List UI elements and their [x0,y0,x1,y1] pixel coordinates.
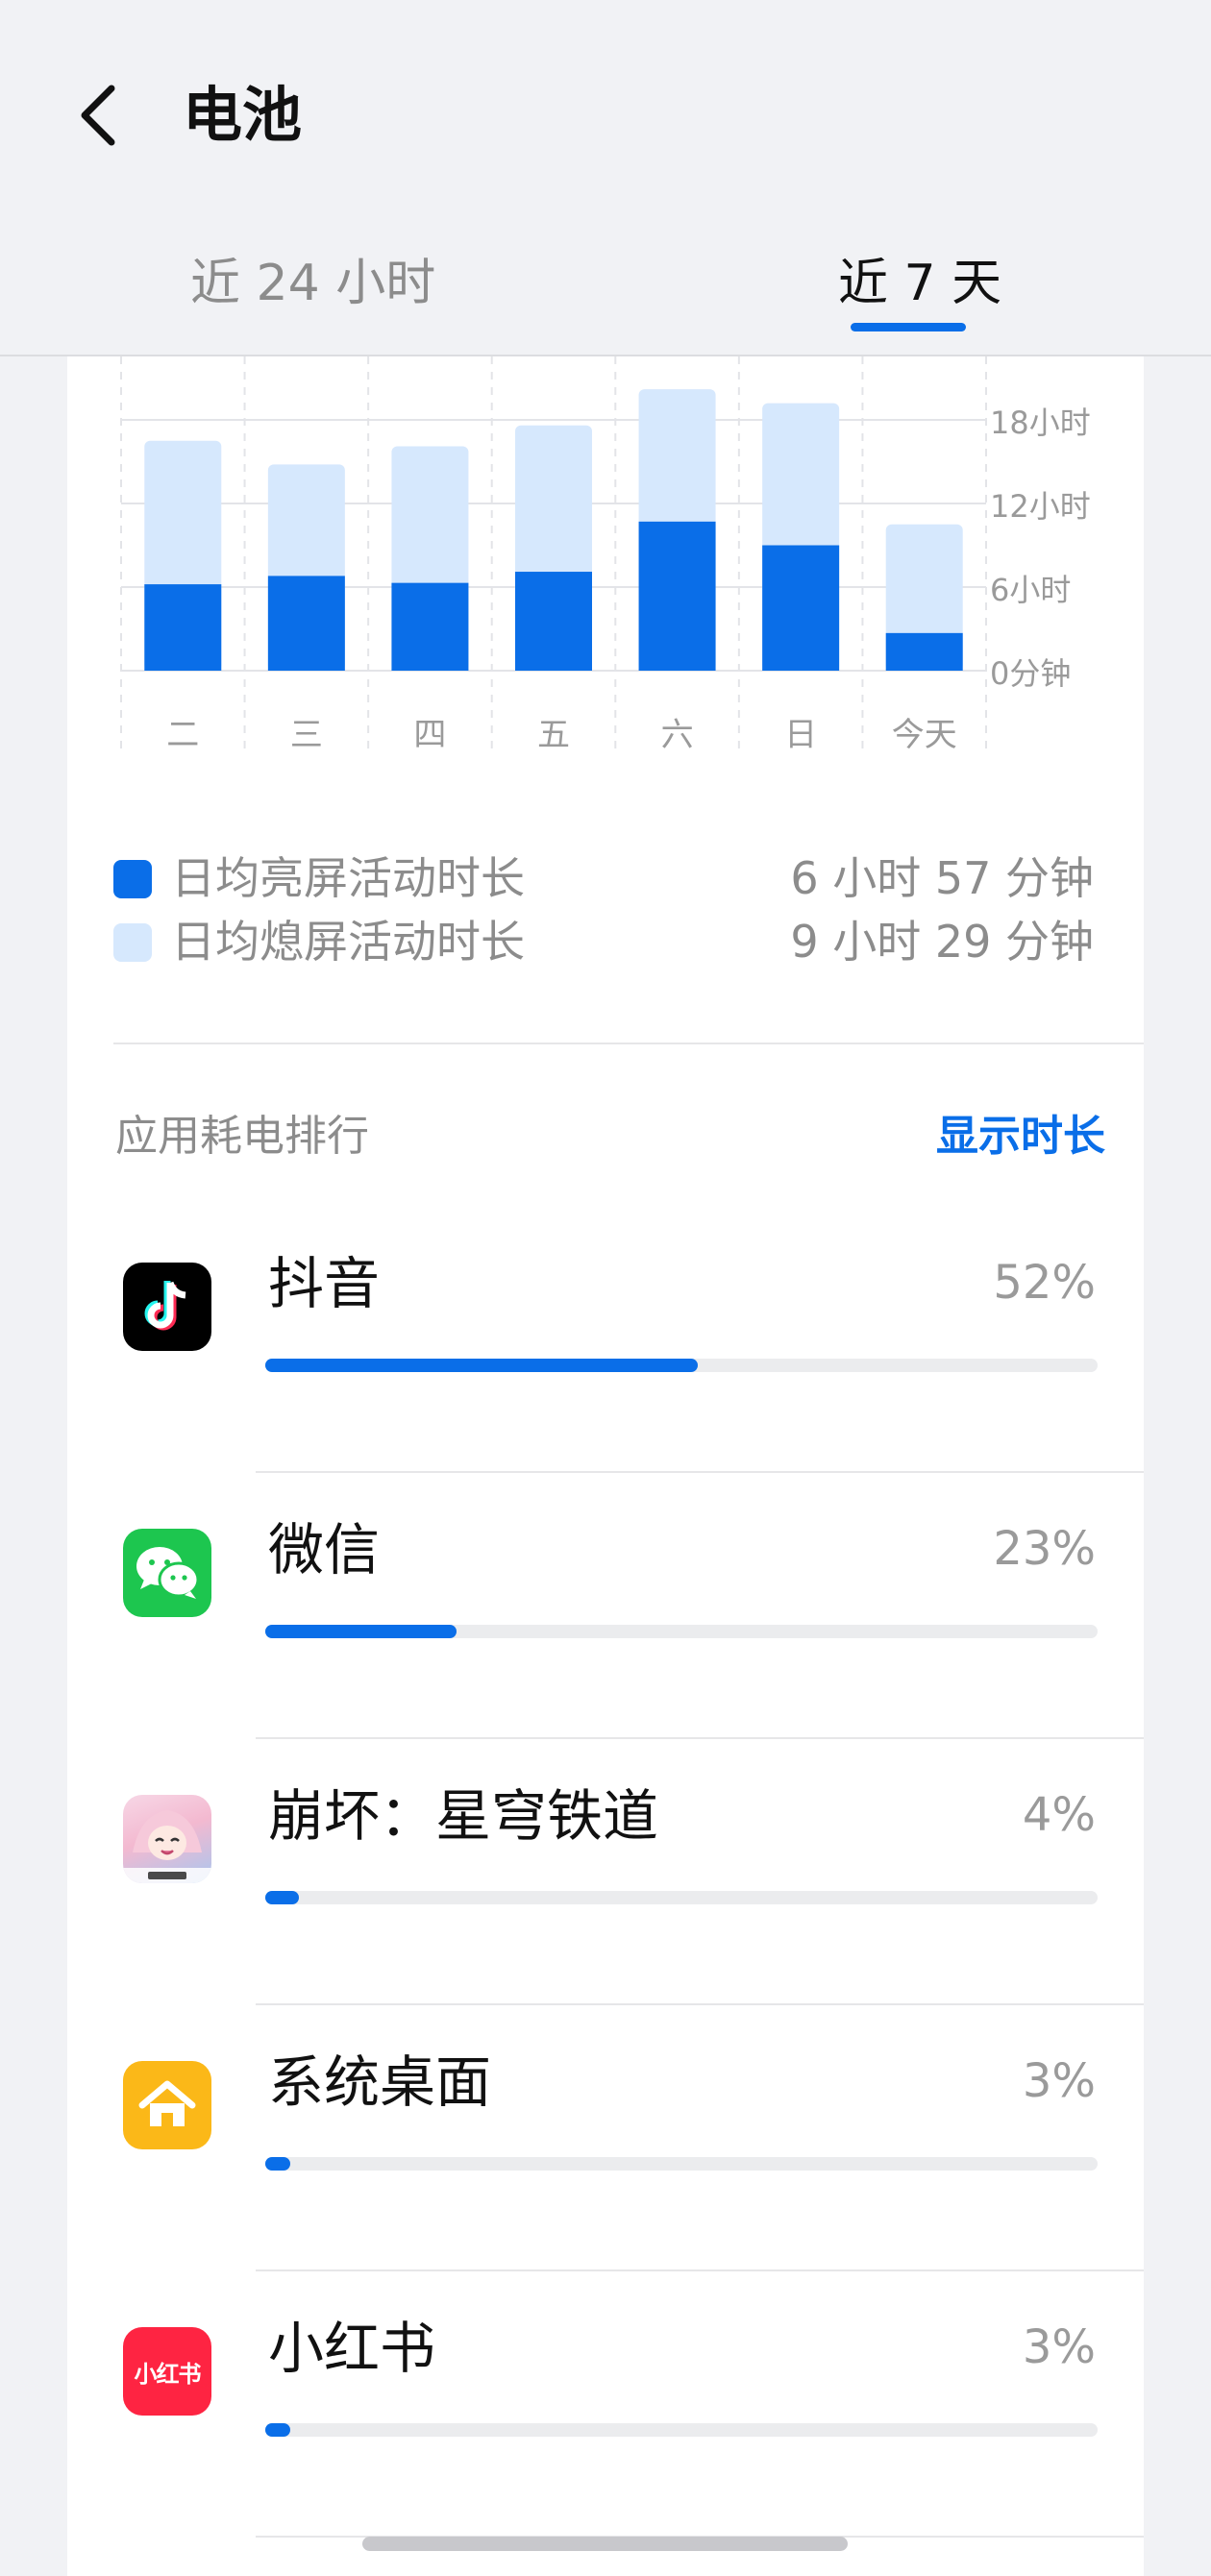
chart-legend: 日均亮屏活动时长 6 小时 57 分钟 日均熄屏活动时长 9 小时 29 分钟 [113,846,1094,973]
legend-label-screen-off: 日均熄屏活动时长 [171,916,525,968]
y-tick-label: 12小时 [990,488,1091,525]
app-name: 抖音 [268,1251,381,1316]
bar-screen-on-0 [144,584,222,671]
usage-chart-svg: 0分钟 6小时 12小时 18小时二 三 四 五 六 日 今天 [120,356,1091,754]
xiaohongshu-icon: 小红书 [123,2327,211,2416]
bar-screen-on-2 [391,582,469,671]
app-row-xiaohongshu[interactable]: 小红书 小红书 3% [67,2271,1144,2538]
bar-screen-on-1 [267,576,345,671]
x-tick-label: 五 [537,716,570,754]
app-name: 微信 [268,1517,381,1582]
x-tick-label: 四 [413,716,446,754]
legend-value-screen-on: 6 小时 57 分钟 [790,852,1094,904]
app-percent: 3% [1022,2320,1096,2374]
bar-screen-on-3 [515,572,592,671]
usage-bar-track [265,2157,1098,2171]
home-indicator[interactable] [362,2537,848,2551]
app-name: 小红书 [268,2316,436,2381]
usage-bar-fill [265,1891,299,1904]
legend-value-screen-off: 9 小时 29 分钟 [790,916,1094,968]
xiaohongshu-icon-text: 小红书 [134,2360,202,2388]
usage-bar-fill [265,1359,699,1372]
period-tabs: 近 24 小时 近 7 天 [0,231,1211,356]
app-name: 崩坏：星穹铁道 [268,1783,659,1849]
usage-bar-fill [265,2157,290,2171]
usage-bar-track [265,1891,1098,1904]
page-title: 电池 [183,80,303,150]
legend-label-screen-on: 日均亮屏活动时长 [171,852,525,904]
app-row-honkai[interactable]: 崩坏：星穹铁道 4% [67,1739,1144,2005]
honkai-star-rail-icon [123,1795,211,1883]
usage-bar-track [265,1359,1098,1372]
app-row-launcher[interactable]: 系统桌面 3% [67,2005,1144,2271]
header-bar: 电池 [0,0,1211,207]
back-button[interactable] [69,79,127,152]
chevron-left-icon [81,85,115,146]
y-tick-label: 0分钟 [990,655,1071,692]
legend-swatch-screen-on [113,860,152,898]
legend-screen-on: 日均亮屏活动时长 6 小时 57 分钟 [113,846,1094,910]
app-percent: 23% [993,1522,1096,1576]
y-tick-label: 6小时 [990,572,1071,608]
ranking-title: 应用耗电排行 [115,1112,369,1161]
x-tick-label: 三 [290,716,323,754]
legend-swatch-screen-off [113,923,152,962]
x-tick-label: 二 [166,716,199,754]
usage-bar-track [265,1625,1098,1638]
x-tick-label: 六 [661,716,694,754]
bar-screen-on-5 [762,545,840,671]
bar-screen-on-6 [885,632,963,671]
douyin-icon [123,1263,211,1351]
active-tab-indicator [851,323,966,331]
app-percent: 3% [1022,2054,1096,2108]
tab-24-hours[interactable]: 近 24 小时 [190,250,435,317]
y-tick-label: 18小时 [990,405,1091,441]
usage-chart: 0分钟 6小时 12小时 18小时二 三 四 五 六 日 今天 [67,356,1144,760]
x-tick-label: 今天 [892,716,957,754]
bar-screen-on-4 [638,521,716,671]
usage-bar-track [265,2423,1098,2437]
x-tick-label: 日 [784,716,817,754]
app-percent: 4% [1022,1788,1096,1842]
usage-bar-fill [265,2423,290,2437]
app-name: 系统桌面 [268,2049,492,2115]
app-row-wechat[interactable]: 微信 23% [67,1473,1144,1739]
show-duration-toggle[interactable]: 显示时长 [936,1106,1105,1167]
app-percent: 52% [993,1256,1096,1310]
home-launcher-icon [123,2061,211,2149]
usage-bar-fill [265,1625,457,1638]
battery-card: 0分钟 6小时 12小时 18小时二 三 四 五 六 日 今天 日均亮屏活动时长 6 小时 57 … [67,356,1144,2576]
legend-screen-off: 日均熄屏活动时长 9 小时 29 分钟 [113,910,1094,973]
section-divider [113,1043,1144,1044]
tab-7-days[interactable]: 近 7 天 [838,250,1001,317]
wechat-icon [123,1529,211,1617]
app-row-douyin[interactable]: 抖音 52% [67,1207,1144,1473]
